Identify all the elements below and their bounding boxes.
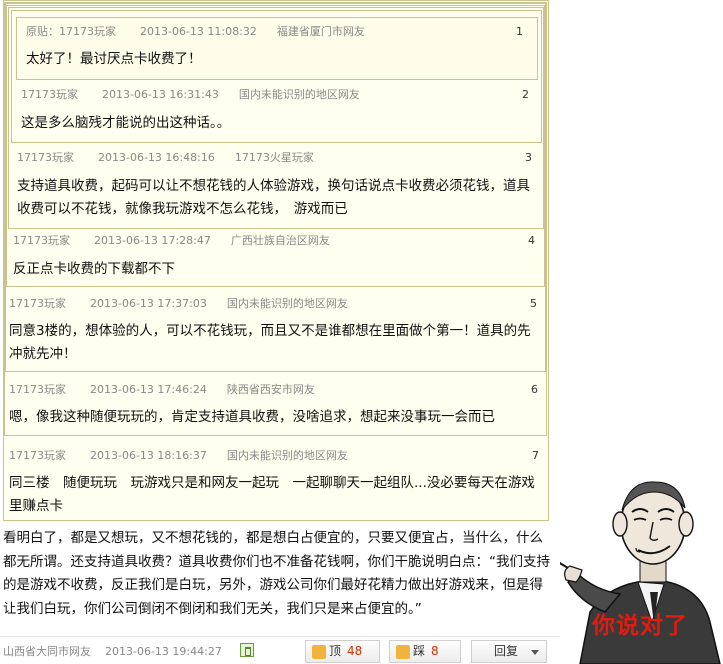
quote-user: 原贴：17173玩家 bbox=[26, 25, 116, 38]
quote-text-5: 同意3楼的，想体验的人，可以不花钱玩，而且又不是谁都想在里面做个第一！道具的先冲… bbox=[9, 323, 531, 362]
floor-number: 5 bbox=[530, 297, 537, 310]
quote-location: 陕西省西安市网友 bbox=[226, 383, 315, 396]
reply-button[interactable]: 回复 bbox=[471, 640, 547, 663]
comment-location: 山西省大同市网友 bbox=[3, 645, 91, 658]
quote-time: 2013-06-13 17:28:47 bbox=[94, 234, 211, 247]
quote-meta-5: 17173玩家 2013-06-13 17:37:03 国内未能识别的地区网友 5 bbox=[9, 294, 545, 314]
quote-user: 17173玩家 bbox=[21, 88, 78, 101]
quote-text-2: 这是多么脑残才能说的出这种话。。 bbox=[21, 115, 231, 131]
report-icon[interactable] bbox=[240, 643, 254, 657]
chevron-down-icon bbox=[531, 650, 539, 655]
floor-number: 3 bbox=[525, 151, 532, 164]
quote-text-6: 嗯，像我这种随便玩玩的，肯定支持道具收费，没啥追求，想起来没事玩一会而已 bbox=[9, 409, 495, 425]
floor-number: 6 bbox=[531, 383, 538, 396]
quote-user: 17173玩家 bbox=[17, 151, 74, 164]
quote-meta-1: 原贴：17173玩家 2013-06-13 11:08:32 福建省厦门市网友 1 bbox=[26, 22, 531, 42]
comment-footer: 山西省大同市网友 2013-06-13 19:44:27 顶 48 踩8 回复 bbox=[0, 636, 560, 664]
comment-body: 看明白了，都是又想玩，又不想花钱的，都是想白占便宜的，只要又便宜占，当什么，什么… bbox=[3, 530, 550, 617]
quote-time: 2013-06-13 16:31:43 bbox=[102, 88, 219, 101]
quote-location: 17173火星玩家 bbox=[234, 151, 314, 164]
upvote-button[interactable]: 顶 48 bbox=[305, 640, 380, 663]
quote-time: 2013-06-13 17:37:03 bbox=[90, 297, 207, 310]
quote-text-4: 反正点卡收费的下载都不下 bbox=[13, 261, 175, 277]
floor-number: 4 bbox=[528, 234, 535, 247]
quote-user: 17173玩家 bbox=[9, 383, 66, 396]
upvote-label: 顶 bbox=[329, 644, 342, 658]
quote-text-1: 太好了！最讨厌点卡收费了！ bbox=[26, 51, 202, 67]
meme-caption: 你说对了 bbox=[592, 613, 688, 639]
quote-user: 17173玩家 bbox=[13, 234, 70, 247]
quote-user: 17173玩家 bbox=[9, 297, 66, 310]
quote-meta-3: 17173玩家 2013-06-13 16:48:16 17173火星玩家 3 bbox=[17, 148, 540, 168]
quote-location: 福建省厦门市网友 bbox=[276, 25, 365, 38]
quote-meta-4: 17173玩家 2013-06-13 17:28:47 广西壮族自治区网友 4 bbox=[13, 231, 543, 251]
quote-time: 2013-06-13 17:46:24 bbox=[90, 383, 207, 396]
quote-time: 2013-06-13 11:08:32 bbox=[140, 25, 257, 38]
quote-location: 广西壮族自治区网友 bbox=[230, 234, 330, 247]
quote-meta-2: 17173玩家 2013-06-13 16:31:43 国内未能识别的地区网友 2 bbox=[21, 85, 537, 105]
quote-time: 2013-06-13 18:16:37 bbox=[90, 449, 207, 462]
thumbs-up-icon bbox=[312, 645, 326, 659]
quote-time: 2013-06-13 16:48:16 bbox=[98, 151, 215, 164]
downvote-count: 8 bbox=[431, 644, 439, 658]
downvote-button[interactable]: 踩8 bbox=[389, 640, 461, 663]
floor-number: 1 bbox=[516, 25, 523, 38]
upvote-count: 48 bbox=[347, 644, 363, 658]
quote-meta-6: 17173玩家 2013-06-13 17:46:24 陕西省西安市网友 6 bbox=[9, 380, 546, 400]
quote-location: 国内未能识别的地区网友 bbox=[226, 449, 348, 462]
reply-label: 回复 bbox=[494, 644, 519, 658]
quote-location: 国内未能识别的地区网友 bbox=[226, 297, 348, 310]
floor-number: 7 bbox=[532, 449, 539, 462]
downvote-label: 踩 bbox=[413, 644, 426, 658]
quote-location: 国内未能识别的地区网友 bbox=[238, 88, 360, 101]
quote-text-7: 同三楼 随便玩玩 玩游戏只是和网友一起玩 一起聊聊天一起组队...没必要每天在游… bbox=[9, 475, 535, 514]
thumbs-down-icon bbox=[396, 645, 410, 659]
floor-number: 2 bbox=[522, 88, 529, 101]
quote-meta-7: 17173玩家 2013-06-13 18:16:37 国内未能识别的地区网友 7 bbox=[9, 446, 547, 466]
quote-text-3: 支持道具收费，起码可以让不想花钱的人体验游戏，换句话说点卡收费必须花钱，道具收费… bbox=[17, 178, 530, 217]
quote-user: 17173玩家 bbox=[9, 449, 66, 462]
comment-time: 2013-06-13 19:44:27 bbox=[105, 645, 222, 658]
comment-meta: 山西省大同市网友 2013-06-13 19:44:27 bbox=[3, 643, 222, 659]
